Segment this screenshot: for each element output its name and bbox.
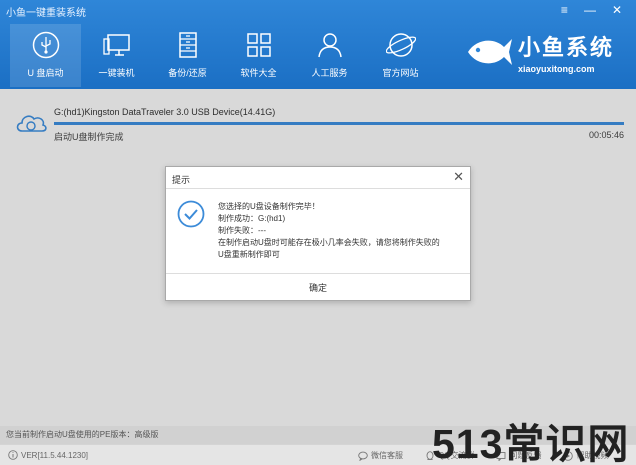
message-line: 您选择的U盘设备制作完毕！ xyxy=(218,202,320,211)
globe-icon xyxy=(385,33,416,57)
message-line: 在制作启动U盘时可能存在极小几率会失败，请您将制作失败的 xyxy=(218,238,440,247)
main-nav: U 盘启动 一键装机 备份/还原 软件大全 人工服务 官方网站 xyxy=(10,24,436,87)
dialog-footer: 确定 xyxy=(166,273,470,301)
window-title: 小鱼一键重装系统 xyxy=(6,8,86,19)
nav-label: 人工服务 xyxy=(311,68,348,78)
dialog-body: 您选择的U盘设备制作完毕！ 制作成功：G:(hd1) 制作失败：--- 在制作启… xyxy=(166,189,470,273)
dialog-message: 您选择的U盘设备制作完毕！ 制作成功：G:(hd1) 制作失败：--- 在制作启… xyxy=(218,201,440,261)
menu-icon[interactable]: ≡ xyxy=(561,3,568,17)
nav-label: 一键装机 xyxy=(98,68,135,78)
dialog-title: 提示 xyxy=(172,175,191,185)
grid-icon xyxy=(246,33,271,57)
nav-label: 备份/还原 xyxy=(168,68,207,78)
nav-one-click-install[interactable]: 一键装机 xyxy=(81,24,152,87)
message-line: U盘重新制作即可 xyxy=(218,250,280,259)
archive-icon xyxy=(178,32,197,58)
nav-official-site[interactable]: 官方网站 xyxy=(365,24,436,87)
confirm-button[interactable]: 确定 xyxy=(293,277,343,298)
chat-icon xyxy=(358,451,368,461)
link-label: 微信客服 xyxy=(371,451,403,460)
nav-label: 官方网站 xyxy=(382,68,419,78)
version-info: VER[11.5.44.1230] xyxy=(8,450,88,460)
nav-software[interactable]: 软件大全 xyxy=(223,24,294,87)
window-controls: ≡ — ✕ xyxy=(561,3,622,17)
check-circle-icon xyxy=(177,200,205,228)
person-icon xyxy=(317,33,342,58)
nav-label: U 盘启动 xyxy=(27,68,64,78)
brand-name: 小鱼系统 xyxy=(517,35,614,60)
dialog-header: 提示 ✕ xyxy=(166,167,470,189)
app-header: 小鱼一键重装系统 ≡ — ✕ U 盘启动 一键装机 备份/还原 软件大全 人工服… xyxy=(0,0,636,89)
close-icon[interactable]: ✕ xyxy=(453,169,464,185)
nav-label: 软件大全 xyxy=(240,68,277,78)
monitor-icon xyxy=(102,34,130,56)
pe-version-info: 您当前制作启动U盘使用的PE版本：高级版 xyxy=(6,430,159,439)
usb-icon xyxy=(32,31,59,59)
prompt-dialog: 提示 ✕ 您选择的U盘设备制作完毕！ 制作成功：G:(hd1) 制作失败：---… xyxy=(165,166,471,301)
brand-domain: xiaoyuxitong.com xyxy=(517,64,595,74)
message-line: 制作成功：G:(hd1) xyxy=(218,214,286,223)
minimize-button[interactable]: — xyxy=(584,3,596,17)
site-watermark: 513常识网 xyxy=(432,421,630,465)
close-button[interactable]: ✕ xyxy=(612,3,622,17)
wechat-support-link[interactable]: 微信客服 xyxy=(358,450,403,461)
nav-usb-boot[interactable]: U 盘启动 xyxy=(10,24,81,87)
info-icon xyxy=(8,450,18,460)
message-line: 制作失败：--- xyxy=(218,226,266,235)
fish-logo-icon xyxy=(467,39,512,65)
nav-backup-restore[interactable]: 备份/还原 xyxy=(152,24,223,87)
version-label: VER[11.5.44.1230] xyxy=(21,450,89,460)
brand-logo: 小鱼系统 xiaoyuxitong.com xyxy=(464,30,614,74)
nav-human-service[interactable]: 人工服务 xyxy=(294,24,365,87)
